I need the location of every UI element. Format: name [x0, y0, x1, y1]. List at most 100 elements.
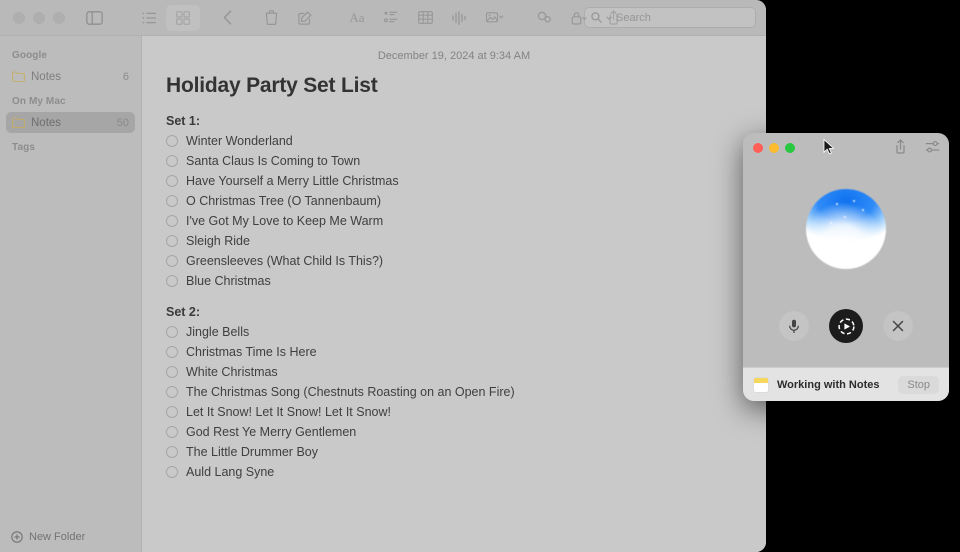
checklist-item[interactable]: O Christmas Tree (O Tannenbaum) [164, 191, 744, 211]
sidebar-item-count: 50 [116, 116, 129, 129]
search-input[interactable]: Search [616, 12, 651, 24]
checklist-item[interactable]: White Christmas [164, 362, 744, 382]
gallery-view-icon[interactable] [166, 4, 200, 31]
checkbox-circle-icon[interactable] [166, 426, 178, 438]
checkbox-circle-icon[interactable] [166, 346, 178, 358]
checklist-item[interactable]: The Christmas Song (Chestnuts Roasting o… [164, 382, 744, 402]
window-traffic-lights[interactable] [0, 11, 65, 24]
checklist-item[interactable]: Let It Snow! Let It Snow! Let It Snow! [164, 402, 744, 422]
checklist-icon[interactable] [374, 5, 408, 31]
sidebar-item-on-my-mac-notes[interactable]: Notes 50 [6, 112, 135, 133]
checkbox-circle-icon[interactable] [166, 235, 178, 247]
microphone-icon [789, 319, 799, 333]
checklist-item-label: Santa Claus Is Coming to Town [186, 154, 361, 168]
assistant-zoom-button[interactable] [785, 143, 795, 153]
microphone-button[interactable] [779, 311, 809, 341]
checkbox-circle-icon[interactable] [166, 386, 178, 398]
checklist-item[interactable]: Winter Wonderland [164, 131, 744, 151]
checklist-item-label: Jingle Bells [186, 325, 250, 339]
folder-icon [12, 71, 25, 82]
checklist-item-label: The Little Drummer Boy [186, 445, 318, 459]
zoom-button[interactable] [53, 11, 65, 24]
checklist-item-label: White Christmas [186, 365, 278, 379]
note-editor[interactable]: December 19, 2024 at 9:34 AM Holiday Par… [142, 36, 766, 552]
minimize-button[interactable] [33, 11, 45, 24]
sidebar-scroll[interactable]: Google Notes 6 On My Mac Notes 50 Tags [0, 36, 141, 522]
media-icon[interactable] [476, 5, 510, 31]
notes-app-icon [753, 376, 769, 393]
checklist-item[interactable]: God Rest Ye Merry Gentlemen [164, 422, 744, 442]
checklist-item[interactable]: Christmas Time Is Here [164, 342, 744, 362]
assistant-close-button[interactable] [753, 143, 763, 153]
checkbox-circle-icon[interactable] [166, 195, 178, 207]
checkbox-circle-icon[interactable] [166, 466, 178, 478]
assistant-minimize-button[interactable] [769, 143, 779, 153]
close-button[interactable] [883, 311, 913, 341]
checkbox-circle-icon[interactable] [166, 326, 178, 338]
checklist-item-label: Winter Wonderland [186, 134, 293, 148]
sidebar-item-google-notes[interactable]: Notes 6 [6, 66, 135, 87]
stop-button[interactable]: Stop [898, 375, 939, 394]
sidebar-item-label: Notes [31, 70, 62, 83]
checklist-item[interactable]: Jingle Bells [164, 322, 744, 342]
sidebar-item-count: 6 [122, 70, 129, 83]
checklist-item[interactable]: Greensleeves (What Child Is This?) [164, 251, 744, 271]
checkbox-circle-icon[interactable] [166, 175, 178, 187]
format-icon[interactable]: Aa [340, 5, 374, 31]
checklist-item-label: Blue Christmas [186, 274, 271, 288]
notes-body: Google Notes 6 On My Mac Notes 50 Tags N… [0, 36, 766, 552]
chevron-down-icon [606, 15, 612, 20]
checklist-item[interactable]: The Little Drummer Boy [164, 442, 744, 462]
checklist-item-label: Let It Snow! Let It Snow! Let It Snow! [186, 405, 391, 419]
checkbox-circle-icon[interactable] [166, 406, 178, 418]
link-icon[interactable] [528, 5, 562, 31]
checkbox-circle-icon[interactable] [166, 366, 178, 378]
assistant-activity-button[interactable] [829, 309, 863, 343]
new-folder-label: New Folder [29, 531, 86, 543]
assistant-orb [806, 189, 886, 269]
search-field[interactable]: Search [584, 7, 756, 28]
plus-circle-icon [11, 531, 23, 543]
assistant-header [743, 133, 949, 163]
sidebar-item-label: Notes [31, 116, 62, 129]
sidebar-group-title-on-my-mac: On My Mac [12, 96, 66, 107]
note-section-set-1: Set 1: Winter Wonderland Santa Claus Is … [164, 114, 744, 291]
assistant-footer: Working with Notes Stop [743, 367, 949, 401]
checklist-item[interactable]: Have Yourself a Merry Little Christmas [164, 171, 744, 191]
section-heading: Set 2: [166, 305, 201, 319]
checkbox-circle-icon[interactable] [166, 275, 178, 287]
checkbox-circle-icon[interactable] [166, 255, 178, 267]
compose-icon[interactable] [288, 5, 322, 31]
table-icon[interactable] [408, 5, 442, 31]
checkbox-circle-icon[interactable] [166, 215, 178, 227]
share-icon[interactable] [894, 139, 907, 154]
assistant-globe-icon [837, 317, 855, 335]
audio-icon[interactable] [442, 5, 476, 31]
close-button[interactable] [13, 11, 25, 24]
mouse-cursor-icon [823, 139, 835, 155]
checklist-item[interactable]: I've Got My Love to Keep Me Warm [164, 211, 744, 231]
checkbox-circle-icon[interactable] [166, 155, 178, 167]
assistant-traffic-lights[interactable] [753, 143, 795, 153]
settings-sliders-icon[interactable] [925, 140, 940, 154]
checklist-item[interactable]: Sleigh Ride [164, 231, 744, 251]
sidebar-toggle-icon[interactable] [86, 10, 103, 25]
checkbox-circle-icon[interactable] [166, 446, 178, 458]
back-chevron-icon[interactable] [210, 5, 244, 31]
checklist-item[interactable]: Blue Christmas [164, 271, 744, 291]
note-section-set-2: Set 2: Jingle Bells Christmas Time Is He… [164, 305, 744, 482]
checklist-item[interactable]: Auld Lang Syne [164, 462, 744, 482]
folders-sidebar: Google Notes 6 On My Mac Notes 50 Tags N… [0, 36, 142, 552]
checklist-item-label: Christmas Time Is Here [186, 345, 317, 359]
trash-icon[interactable] [254, 5, 288, 31]
list-view-icon[interactable] [132, 5, 166, 31]
assistant-header-actions [894, 139, 940, 154]
checklist-item[interactable]: Santa Claus Is Coming to Town [164, 151, 744, 171]
sidebar-group-title-tags: Tags [12, 142, 35, 153]
assistant-main [743, 163, 949, 367]
note-title[interactable]: Holiday Party Set List [164, 74, 744, 98]
checkbox-circle-icon[interactable] [166, 135, 178, 147]
folder-icon [12, 117, 25, 128]
new-folder-button[interactable]: New Folder [0, 522, 141, 552]
section-heading: Set 1: [166, 114, 201, 128]
